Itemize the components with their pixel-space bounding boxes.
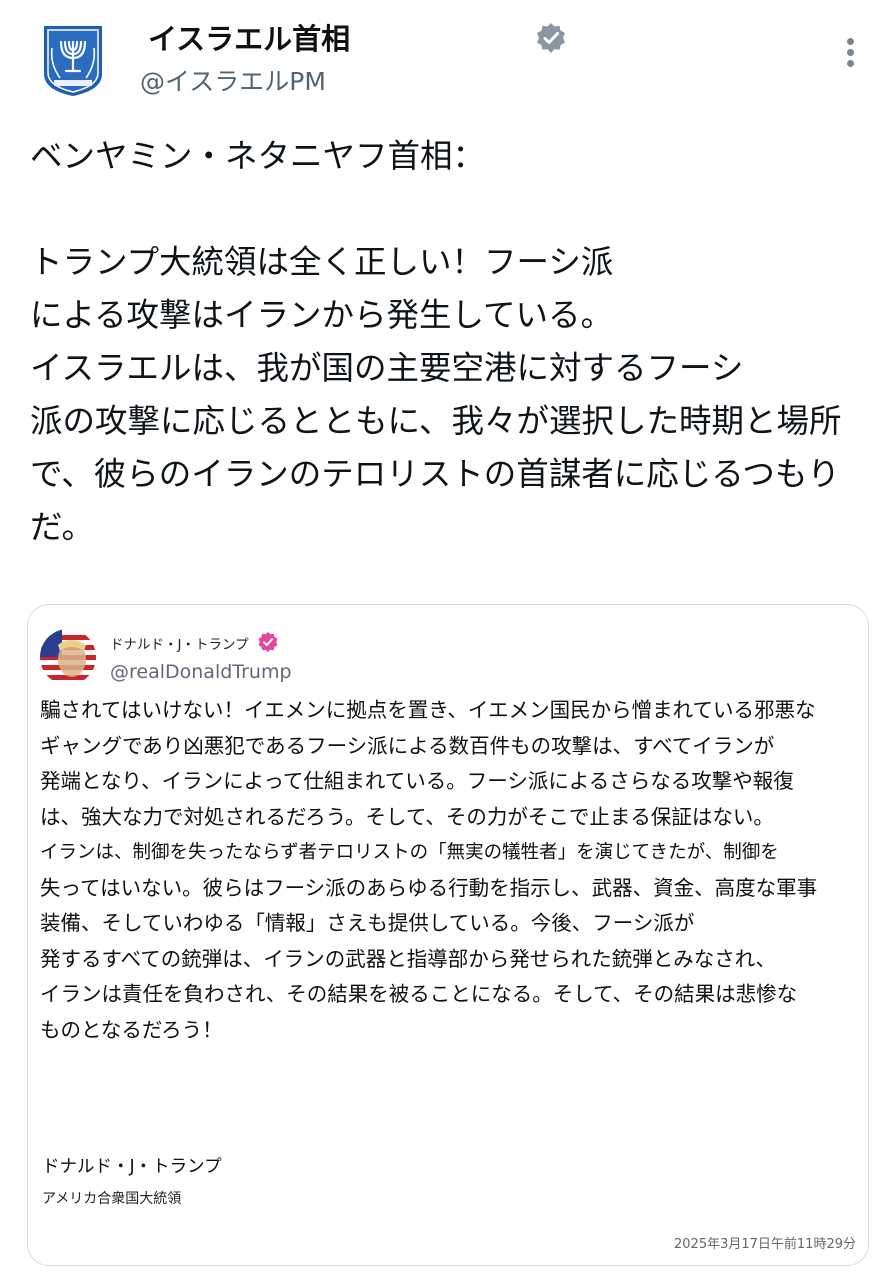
post-line: による攻撃はイランから発生している。 xyxy=(30,296,614,334)
quote-line: 失ってはいない。彼らはフーシ派のあらゆる行動を指示し、武器、資金、高度な軍事 xyxy=(40,875,818,900)
quote-line: 発端となり、イランによって仕組まれている。フーシ派によるさらなる攻撃や報復 xyxy=(40,769,794,793)
quote-line: ギャングであり凶悪犯であるフーシ派による数百件もの攻撃は、すべてイランが xyxy=(40,733,775,758)
more-options-icon[interactable] xyxy=(838,34,862,74)
post-line: トランプ大統領は全く正しい！フーシ派 xyxy=(30,243,614,281)
signature-title: アメリカ合衆国大統領 xyxy=(42,1191,182,1207)
signature-name: ドナルド・J・トランプ xyxy=(42,1157,222,1177)
quote-line: ものとなるだろう！ xyxy=(40,1017,223,1042)
quoted-author-handle[interactable]: @realDonaldTrump xyxy=(110,661,292,683)
quote-line: 騙されてはいけない！イエメンに拠点を置き、イエメン国民から憎まれている邪悪な xyxy=(40,698,816,722)
post-line: イスラエルは、我が国の主要空港に対するフーシ xyxy=(30,349,744,387)
quote-line: イランは責任を負わされ、その結果を被ることになる。そして、その結果は悲惨な xyxy=(40,982,798,1006)
quote-line: は、強大な力で対処されるだろう。そして、その力がそこで止まる保証はない。 xyxy=(40,804,774,829)
author-handle[interactable]: @イスラエルPM xyxy=(140,62,326,98)
quoted-post-text: 騙されてはいけない！イエメンに拠点を置き、イエメン国民から憎まれている邪悪な ギ… xyxy=(40,693,860,1048)
post-line: 派の攻撃に応じるとともに、我々が選択した時期と場所 xyxy=(30,402,842,440)
verified-badge-icon xyxy=(257,631,279,653)
post-line: だ。 xyxy=(30,508,95,546)
timestamp: 2025年3月17日午前11時29分 xyxy=(674,1237,856,1252)
quote-line: 装備、そしていわゆる「情報」さえも提供している。今後、フーシ派が xyxy=(40,911,695,935)
verified-badge-icon xyxy=(535,22,567,54)
avatar[interactable] xyxy=(40,629,96,685)
author-name[interactable]: イスラエル首相 xyxy=(148,16,350,58)
post-header: イスラエル首相 @イスラエルPM xyxy=(0,0,896,110)
quote-line: 発するすべての銃弾は、イランの武器と指導部から発せられた銃弾とみなされ、 xyxy=(40,946,776,971)
post-line: ベンヤミン・ネタニヤフ首相： xyxy=(30,137,486,175)
israel-emblem-icon[interactable] xyxy=(40,24,106,98)
quoted-post-card[interactable]: ドナルド・J・トランプ @realDonaldTrump 騙されてはいけない！イ… xyxy=(27,604,869,1266)
post-text: ベンヤミン・ネタニヤフ首相： トランプ大統領は全く正しい！フーシ派 による攻撃は… xyxy=(30,130,870,554)
quoted-author-name[interactable]: ドナルド・J・トランプ xyxy=(110,633,249,653)
post-line: で、彼らのイランのテロリストの首謀者に応じるつもり xyxy=(30,455,840,493)
quote-line: イランは、制御を失ったならず者テロリストの「無実の犠牲者」を演じてきたが、制御を xyxy=(40,842,779,863)
